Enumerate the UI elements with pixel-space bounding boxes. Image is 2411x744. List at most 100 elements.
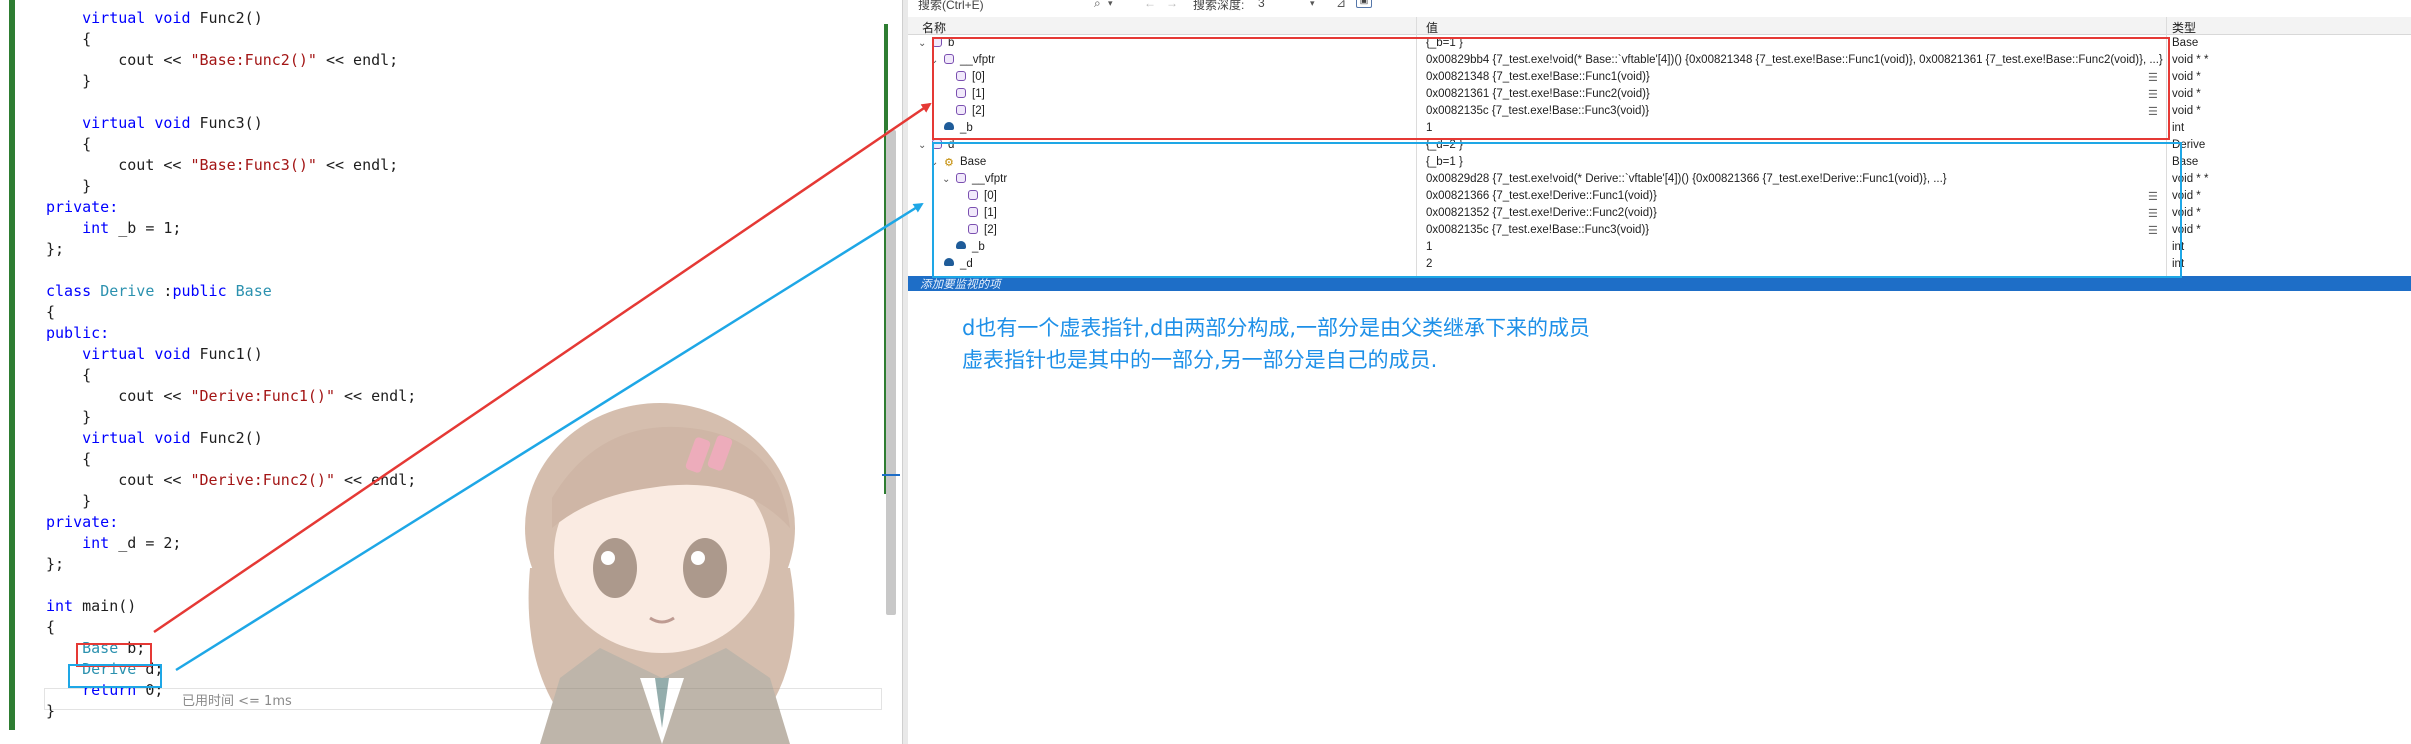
- code-line[interactable]: {: [46, 449, 416, 470]
- code-line[interactable]: }: [46, 491, 416, 512]
- search-input[interactable]: 搜索(Ctrl+E): [918, 0, 984, 13]
- annotation-note: d也有一个虚表指针,d由两部分构成,一部分是由父类继承下来的成员 虚表指针也是其…: [962, 312, 1862, 376]
- code-line[interactable]: cout << "Derive:Func2()" << endl;: [46, 470, 416, 491]
- code-token: }: [46, 492, 92, 510]
- d-object-highlight-box: [932, 142, 2182, 278]
- code-line[interactable]: [46, 260, 416, 281]
- code-line[interactable]: int _b = 1;: [46, 218, 416, 239]
- search-depth-select[interactable]: 3: [1258, 0, 1265, 10]
- watch-type: void *: [2172, 105, 2201, 117]
- code-token: {: [46, 30, 92, 48]
- watch-toolbar: 搜索(Ctrl+E) ⌕ ▾ ← → 搜索深度: 3 ▾ ⊿ ▣: [908, 0, 2411, 12]
- code-token: _b = 1;: [109, 219, 182, 237]
- code-line[interactable]: }: [46, 71, 416, 92]
- code-text[interactable]: virtual void Func2() { cout << "Base:Fun…: [46, 8, 416, 722]
- code-token: cout <<: [46, 156, 191, 174]
- code-line[interactable]: private:: [46, 512, 416, 533]
- code-token: virtual void: [82, 429, 191, 447]
- code-line[interactable]: virtual void Func2(): [46, 428, 416, 449]
- code-line[interactable]: };: [46, 239, 416, 260]
- code-line[interactable]: class Derive :public Base: [46, 281, 416, 302]
- search-icon[interactable]: ⌕: [1094, 0, 1101, 11]
- code-token: public:: [46, 324, 110, 342]
- column-name[interactable]: 名称: [922, 19, 946, 36]
- code-token: private:: [46, 198, 119, 216]
- code-line[interactable]: virtual void Func1(): [46, 344, 416, 365]
- code-line[interactable]: };: [46, 554, 416, 575]
- code-line[interactable]: {: [46, 29, 416, 50]
- code-token: Func3(): [190, 114, 263, 132]
- code-line[interactable]: int main(): [46, 596, 416, 617]
- change-tracking-bar: [9, 0, 15, 730]
- code-line[interactable]: int _d = 2;: [46, 533, 416, 554]
- annotation-line-2: 虚表指针也是其中的一部分,另一部分是自己的成员.: [962, 348, 1438, 372]
- watch-column-header: 名称 值 类型: [908, 17, 2411, 35]
- code-line[interactable]: [46, 575, 416, 596]
- code-token: }: [46, 177, 92, 195]
- chevron-down-icon[interactable]: ▾: [1310, 0, 1315, 9]
- code-token: {: [46, 366, 92, 384]
- code-token: }: [46, 408, 92, 426]
- code-token: Func2(): [190, 9, 263, 27]
- code-token: {: [46, 135, 92, 153]
- code-line[interactable]: {: [46, 617, 416, 638]
- code-token: << endl;: [316, 156, 399, 174]
- column-value[interactable]: 值: [1426, 19, 1438, 36]
- chevron-down-icon[interactable]: ⌄: [918, 38, 926, 49]
- watch-type: void * *: [2172, 54, 2209, 66]
- code-token: Base: [235, 282, 272, 300]
- elapsed-time-hint: 已用时间 <= 1ms: [182, 694, 292, 709]
- code-line[interactable]: cout << "Base:Func3()" << endl;: [46, 155, 416, 176]
- code-token: "Derive:Func2()": [190, 471, 336, 489]
- code-token: };: [46, 240, 65, 258]
- chevron-down-icon[interactable]: ▾: [1108, 0, 1113, 9]
- add-watch-item-row[interactable]: 添加要监视的项: [908, 276, 2411, 291]
- code-line[interactable]: [46, 92, 416, 113]
- code-line[interactable]: }: [46, 407, 416, 428]
- code-token: cout <<: [46, 387, 191, 405]
- pin-icon[interactable]: ⊿: [1336, 0, 1346, 10]
- code-line[interactable]: {: [46, 365, 416, 386]
- code-token: << endl;: [335, 471, 417, 489]
- b-vtable-highlight-box: [932, 37, 2170, 140]
- code-token: {: [46, 618, 56, 636]
- code-line[interactable]: virtual void Func3(): [46, 113, 416, 134]
- code-token: cout <<: [46, 51, 191, 69]
- code-token: int: [82, 534, 110, 552]
- derive-d-highlight-box: [68, 664, 162, 688]
- code-token: << endl;: [335, 387, 417, 405]
- code-token: "Base:Func3()": [190, 156, 317, 174]
- code-token: Derive: [100, 282, 155, 300]
- code-token: "Base:Func2()": [190, 51, 317, 69]
- code-line[interactable]: }: [46, 176, 416, 197]
- search-depth-label: 搜索深度:: [1193, 0, 1245, 12]
- code-token: _d = 2;: [109, 534, 182, 552]
- code-line[interactable]: virtual void Func2(): [46, 8, 416, 29]
- code-line[interactable]: {: [46, 302, 416, 323]
- code-line[interactable]: cout << "Derive:Func1()" << endl;: [46, 386, 416, 407]
- watch-type: void *: [2172, 88, 2201, 100]
- code-token: Func2(): [190, 429, 263, 447]
- code-line[interactable]: public:: [46, 323, 416, 344]
- arrow-left-icon[interactable]: ←: [1144, 0, 1156, 10]
- code-token: cout <<: [46, 471, 191, 489]
- code-token: }: [46, 72, 92, 90]
- watch-type: void *: [2172, 71, 2201, 83]
- arrow-right-icon[interactable]: →: [1166, 0, 1178, 10]
- watch-type: Base: [2172, 37, 2199, 49]
- hex-toggle-icon[interactable]: ▣: [1356, 0, 1372, 8]
- code-token: {: [46, 450, 92, 468]
- code-line[interactable]: {: [46, 134, 416, 155]
- chevron-down-icon[interactable]: ⌄: [918, 140, 926, 151]
- code-line[interactable]: cout << "Base:Func2()" << endl;: [46, 50, 416, 71]
- code-token: << endl;: [316, 51, 399, 69]
- column-type[interactable]: 类型: [2172, 19, 2196, 36]
- code-token: "Derive:Func1()": [190, 387, 336, 405]
- code-line[interactable]: private:: [46, 197, 416, 218]
- scrollbar-caret-marker: [882, 474, 900, 476]
- editor-scrollbar-thumb[interactable]: [886, 130, 896, 615]
